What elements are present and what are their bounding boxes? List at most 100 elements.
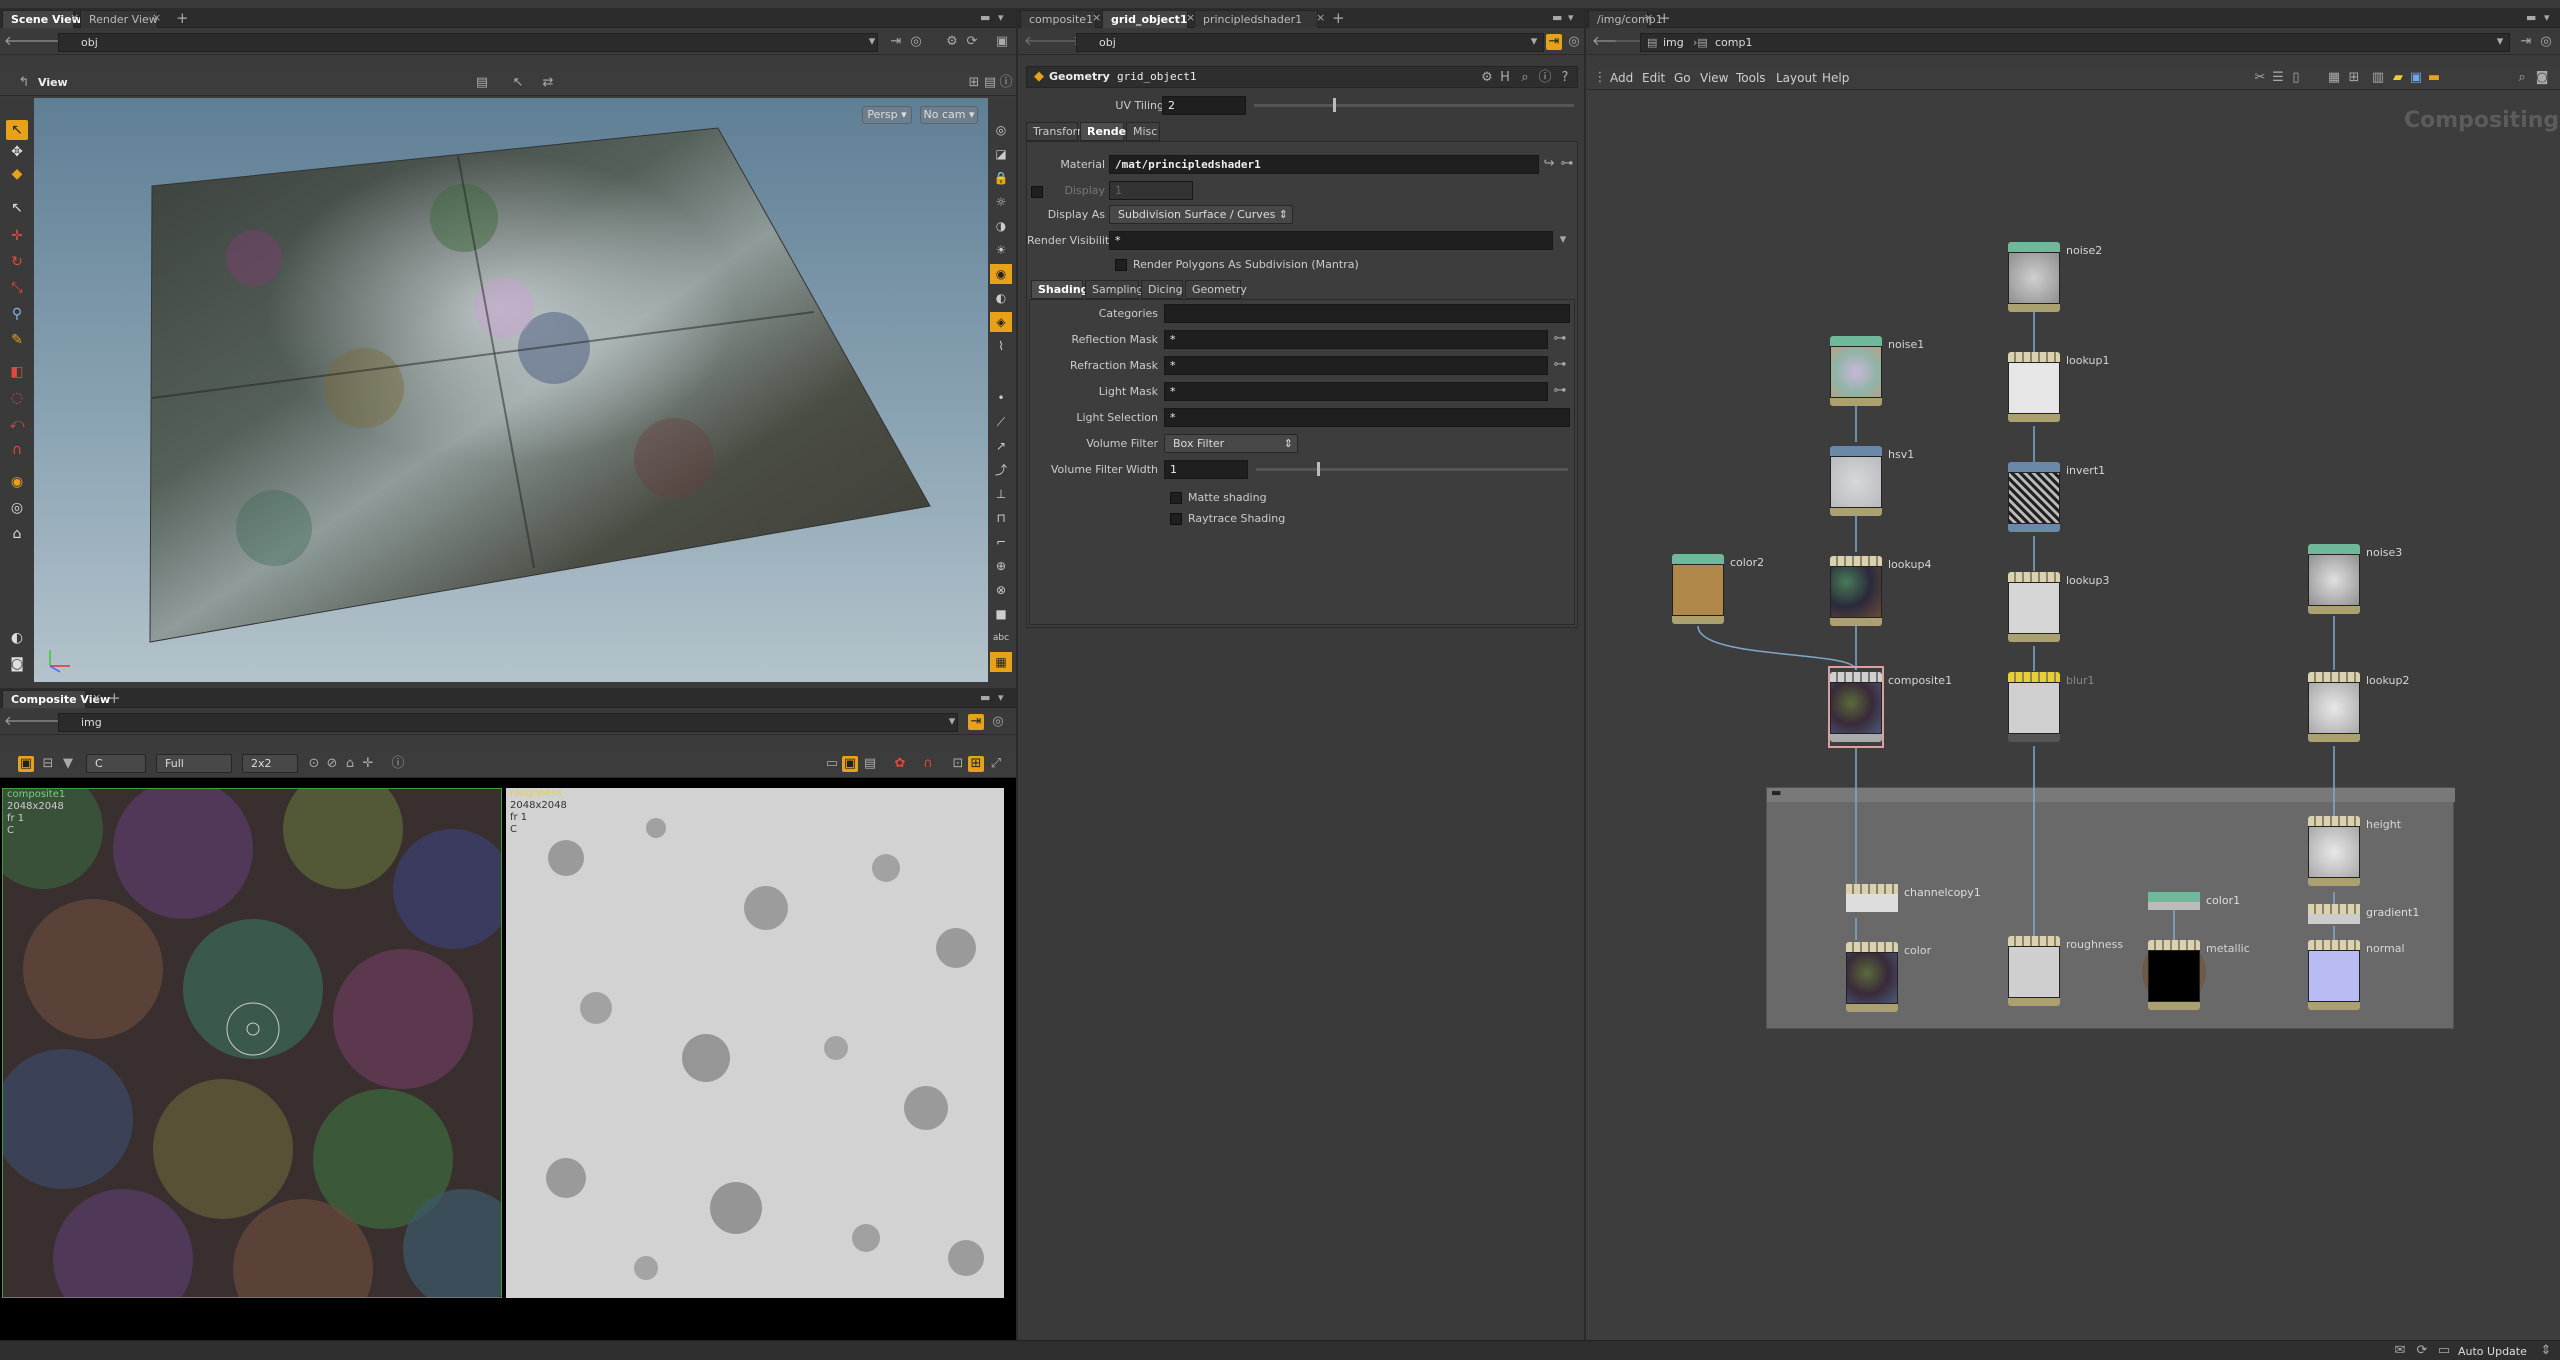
- node-chooser-icon[interactable]: ⊶: [1552, 357, 1568, 373]
- search-icon[interactable]: ⌕: [2514, 70, 2530, 86]
- material-field[interactable]: /mat/principledshader1: [1109, 155, 1539, 174]
- layout-icon[interactable]: ▣: [994, 34, 1010, 50]
- filter-icon[interactable]: ▼: [60, 756, 76, 772]
- tab-render[interactable]: Render: [1080, 122, 1132, 141]
- close-icon[interactable]: ×: [1092, 11, 1101, 24]
- menu-layout[interactable]: Layout: [1776, 71, 1817, 85]
- settings-icon[interactable]: ⚙: [944, 34, 960, 50]
- grid-view-icon[interactable]: ⊞: [968, 756, 984, 772]
- display-icon[interactable]: ▤: [982, 75, 998, 91]
- chevron-down-icon[interactable]: ▾: [998, 691, 1004, 704]
- uv-tiling-field[interactable]: 2: [1162, 96, 1246, 115]
- link-icon[interactable]: ◎: [1566, 34, 1582, 50]
- node-flag-bar[interactable]: [1846, 884, 1898, 894]
- node-color[interactable]: color: [1846, 938, 1931, 1016]
- chevron-down-icon[interactable]: ▾: [1555, 232, 1571, 248]
- scale-tool-icon[interactable]: ⤡: [6, 278, 28, 298]
- chevron-down-icon[interactable]: ▾: [944, 714, 960, 730]
- lasso-tool-icon[interactable]: ◌: [6, 388, 28, 408]
- wire-icon[interactable]: ⌇: [990, 336, 1012, 356]
- link-icon[interactable]: ◎: [2538, 34, 2554, 50]
- chevron-down-icon[interactable]: ▾: [864, 34, 880, 50]
- menu-add[interactable]: Add: [1610, 71, 1633, 85]
- search-icon[interactable]: ⌕: [1517, 70, 1533, 86]
- camera-icon[interactable]: ◙: [6, 654, 28, 674]
- light-icon[interactable]: ☼: [990, 192, 1012, 212]
- tree-icon[interactable]: ⊞: [2346, 70, 2362, 86]
- matte-shading-checkbox[interactable]: [1170, 492, 1182, 504]
- target-tool-icon[interactable]: ◎: [6, 498, 28, 518]
- render-tool-icon[interactable]: ⌂: [6, 524, 28, 544]
- image-icon[interactable]: ▣: [2408, 70, 2424, 86]
- view-mode-icon[interactable]: ▭: [824, 756, 840, 772]
- tab-grid-object1[interactable]: grid_object1: [1102, 10, 1188, 28]
- tab-render-view[interactable]: Render View: [80, 10, 158, 28]
- grid-icon[interactable]: ▦: [2326, 70, 2342, 86]
- node-lookup2[interactable]: lookup2: [2308, 668, 2410, 746]
- back-icon[interactable]: 🡐: [1592, 34, 1627, 50]
- grid-icon[interactable]: ⊞: [966, 75, 982, 91]
- node-flag-bar[interactable]: [2008, 572, 2060, 582]
- forward-icon[interactable]: 🡒: [30, 714, 65, 730]
- node-lookup1[interactable]: lookup1: [2008, 348, 2110, 426]
- node-normal[interactable]: normal: [2308, 936, 2405, 1014]
- pane-divider[interactable]: [1016, 8, 1018, 1340]
- chevron-updown-icon[interactable]: ⇕: [2538, 1343, 2554, 1359]
- composite-image-area[interactable]: composite1 2048x2048 fr 1 C roughness 20…: [0, 778, 1016, 1340]
- node-flag-bar[interactable]: [2308, 904, 2360, 914]
- image-icon[interactable]: ▣: [18, 756, 34, 772]
- network-path-field[interactable]: ▤ img ›▤ comp1: [1640, 33, 2510, 52]
- update-mode-label[interactable]: Auto Update: [2458, 1345, 2527, 1358]
- node-flag-bar[interactable]: [1846, 942, 1898, 952]
- path-part-comp1[interactable]: comp1: [1715, 34, 1752, 51]
- help-icon[interactable]: ⓘ: [998, 75, 1014, 91]
- visibility-tool-icon[interactable]: ◐: [6, 628, 28, 648]
- forward-icon[interactable]: 🡒: [1046, 34, 1081, 50]
- pin-icon[interactable]: ⇥: [888, 34, 904, 50]
- chevron-down-icon[interactable]: ▾: [1526, 34, 1542, 50]
- chevron-down-icon[interactable]: ▾: [2544, 11, 2550, 24]
- add-tab-icon[interactable]: +: [176, 9, 189, 27]
- point-icon[interactable]: •: [990, 388, 1012, 408]
- help-icon[interactable]: ?: [1557, 70, 1573, 86]
- node-flag-bar[interactable]: [2308, 940, 2360, 950]
- node-height[interactable]: height: [2308, 812, 2401, 890]
- composite-path-field[interactable]: img: [58, 713, 958, 732]
- volume-filter-width-slider-handle[interactable]: [1317, 462, 1321, 476]
- pin-icon[interactable]: ⊥: [990, 484, 1012, 504]
- snapshot-icon[interactable]: ◙: [2534, 70, 2550, 86]
- sync-icon[interactable]: ⟳: [2414, 1343, 2430, 1359]
- target-icon[interactable]: ◉: [990, 264, 1012, 284]
- add-tab-icon[interactable]: +: [108, 689, 121, 707]
- pin-icon[interactable]: ⇥: [2518, 34, 2534, 50]
- node-flag-bar[interactable]: [2008, 352, 2060, 362]
- snap-icon[interactable]: ⇄: [540, 75, 556, 91]
- info-icon[interactable]: ⓘ: [1537, 70, 1553, 86]
- image-roughness[interactable]: roughness 2048x2048 fr 1 C: [506, 788, 1004, 1298]
- node-noise2[interactable]: noise2: [2008, 238, 2102, 316]
- path-part-img[interactable]: img: [1663, 34, 1684, 51]
- note-icon[interactable]: ▯: [2288, 70, 2304, 86]
- back-icon[interactable]: 🡐: [1024, 34, 1059, 50]
- camera-icon[interactable]: ◐: [990, 288, 1012, 308]
- back-icon[interactable]: 🡐: [4, 34, 39, 50]
- close-icon[interactable]: ×: [70, 11, 79, 24]
- pose-tool-icon[interactable]: ⚲: [6, 304, 28, 324]
- tab-geometry[interactable]: Geometry: [1185, 280, 1247, 299]
- gear-icon[interactable]: ⚙: [1479, 70, 1495, 86]
- wrench-icon[interactable]: ✂: [2252, 70, 2268, 86]
- handle-tool-icon[interactable]: ◆: [6, 164, 28, 184]
- reflection-mask-field[interactable]: *: [1164, 330, 1548, 349]
- color-picker-icon[interactable]: ✿: [892, 756, 908, 772]
- render-region-icon[interactable]: ▭: [2436, 1343, 2452, 1359]
- node-chooser-icon[interactable]: ⊶: [1552, 331, 1568, 347]
- menu-go[interactable]: Go: [1674, 71, 1691, 85]
- chevron-down-icon[interactable]: ▾: [998, 11, 1004, 24]
- snap-icon[interactable]: ◈: [990, 312, 1012, 332]
- add-tab-icon[interactable]: +: [1332, 9, 1345, 27]
- node-color2[interactable]: color2: [1672, 550, 1764, 628]
- node-color1[interactable]: color1: [2148, 892, 2240, 912]
- node-flag-bar[interactable]: [1830, 672, 1882, 682]
- tab-shading[interactable]: Shading: [1031, 280, 1089, 299]
- rotate-tool-icon[interactable]: ↻: [6, 252, 28, 272]
